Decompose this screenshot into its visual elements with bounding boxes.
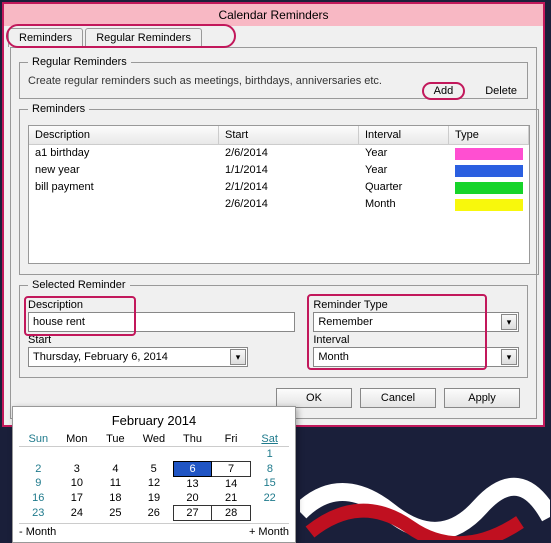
apply-button[interactable]: Apply xyxy=(444,388,520,408)
next-month-button[interactable]: + Month xyxy=(249,526,289,538)
calendar-day xyxy=(135,447,174,462)
prev-month-button[interactable]: - Month xyxy=(19,526,56,538)
calendar-day[interactable]: 12 xyxy=(135,476,174,491)
calendar-day[interactable]: 16 xyxy=(19,491,58,506)
regular-reminders-group: Regular Reminders Create regular reminde… xyxy=(19,56,528,99)
calendar-day[interactable]: 8 xyxy=(250,461,289,476)
tab-reminders[interactable]: Reminders xyxy=(8,28,83,47)
day-header-thu: Thu xyxy=(173,432,212,447)
day-header-mon: Mon xyxy=(58,432,97,447)
reminders-list: Description Start Interval Type a1 birth… xyxy=(28,125,530,264)
tab-strip: Reminders Regular Reminders xyxy=(4,26,543,47)
start-date-value: Thursday, February 6, 2014 xyxy=(33,351,168,363)
calendar-day[interactable]: 13 xyxy=(173,476,212,491)
day-header-wed: Wed xyxy=(135,432,174,447)
calendar-day[interactable]: 22 xyxy=(250,491,289,506)
calendar-day xyxy=(19,447,58,462)
day-header-sat: Sat xyxy=(250,432,289,447)
day-header-sun: Sun xyxy=(19,432,58,447)
regular-reminders-legend: Regular Reminders xyxy=(28,56,131,68)
calendar-day[interactable]: 28 xyxy=(212,505,251,520)
calendar-day[interactable]: 6 xyxy=(173,461,212,476)
interval-label: Interval xyxy=(313,334,519,346)
calendar-day xyxy=(250,505,289,520)
description-label: Description xyxy=(28,299,295,311)
calendar-day[interactable]: 9 xyxy=(19,476,58,491)
calendar-day[interactable]: 25 xyxy=(96,505,135,520)
calendar-day[interactable]: 7 xyxy=(212,461,251,476)
chevron-down-icon: ▾ xyxy=(501,314,517,330)
calendar-day[interactable]: 27 xyxy=(173,505,212,520)
calendar-day[interactable]: 11 xyxy=(96,476,135,491)
reminder-type-dropdown[interactable]: Remember ▾ xyxy=(313,312,519,332)
reminder-type-value: Remember xyxy=(318,316,372,328)
reminders-list-legend: Reminders xyxy=(28,103,89,115)
reminders-list-group: Reminders Description Start Interval Typ… xyxy=(19,103,539,275)
calendar-day[interactable]: 24 xyxy=(58,505,97,520)
calendar-day[interactable]: 3 xyxy=(58,461,97,476)
table-row[interactable]: bill payment2/1/2014Quarter xyxy=(29,179,529,196)
chevron-down-icon: ▾ xyxy=(501,349,517,365)
calendar-day[interactable]: 26 xyxy=(135,505,174,520)
title-bar: Calendar Reminders xyxy=(4,4,543,26)
calendar-day[interactable]: 21 xyxy=(212,491,251,506)
calendar-day[interactable]: 15 xyxy=(250,476,289,491)
calendar-title[interactable]: February 2014 xyxy=(19,411,289,432)
interval-value: Month xyxy=(318,351,349,363)
tab-regular-reminders[interactable]: Regular Reminders xyxy=(85,28,202,47)
col-type[interactable]: Type xyxy=(449,126,529,144)
interval-dropdown[interactable]: Month ▾ xyxy=(313,347,519,367)
col-interval[interactable]: Interval xyxy=(359,126,449,144)
calendar-day[interactable]: 23 xyxy=(19,505,58,520)
start-date-dropdown[interactable]: Thursday, February 6, 2014 ▾ xyxy=(28,347,248,367)
calendar-grid: Sun Mon Tue Wed Thu Fri Sat 123456789101… xyxy=(19,432,289,521)
calendar-day[interactable]: 14 xyxy=(212,476,251,491)
table-row[interactable]: new year1/1/2014Year xyxy=(29,162,529,179)
calendar-day xyxy=(212,447,251,462)
delete-link[interactable]: Delete xyxy=(485,85,517,97)
selected-reminder-group: Selected Reminder Description Start Thur… xyxy=(19,279,528,378)
cancel-button[interactable]: Cancel xyxy=(360,388,436,408)
day-header-fri: Fri xyxy=(212,432,251,447)
calendar-day[interactable]: 20 xyxy=(173,491,212,506)
calendar-day xyxy=(96,447,135,462)
calendar-popup: February 2014 Sun Mon Tue Wed Thu Fri Sa… xyxy=(12,406,296,543)
table-row[interactable]: a1 birthday2/6/2014Year xyxy=(29,145,529,162)
add-link[interactable]: Add xyxy=(422,82,466,100)
reminder-type-label: Reminder Type xyxy=(313,299,519,311)
chevron-down-icon: ▾ xyxy=(230,349,246,365)
calendar-day[interactable]: 18 xyxy=(96,491,135,506)
background-image xyxy=(300,462,550,540)
calendar-day[interactable]: 10 xyxy=(58,476,97,491)
calendar-day[interactable]: 4 xyxy=(96,461,135,476)
calendar-reminders-window: Calendar Reminders Reminders Regular Rem… xyxy=(2,2,545,427)
calendar-day[interactable]: 1 xyxy=(250,447,289,462)
calendar-day[interactable]: 19 xyxy=(135,491,174,506)
calendar-day[interactable]: 17 xyxy=(58,491,97,506)
calendar-day[interactable]: 5 xyxy=(135,461,174,476)
calendar-day[interactable]: 2 xyxy=(19,461,58,476)
col-start[interactable]: Start xyxy=(219,126,359,144)
col-description[interactable]: Description xyxy=(29,126,219,144)
table-row[interactable]: 2/6/2014Month xyxy=(29,196,529,213)
list-header: Description Start Interval Type xyxy=(29,126,529,145)
list-body: a1 birthday2/6/2014Yearnew year1/1/2014Y… xyxy=(29,145,529,263)
selected-reminder-legend: Selected Reminder xyxy=(28,279,130,291)
description-input[interactable] xyxy=(28,312,295,332)
calendar-day xyxy=(173,447,212,462)
day-header-tue: Tue xyxy=(96,432,135,447)
start-label: Start xyxy=(28,334,295,346)
calendar-day xyxy=(58,447,97,462)
